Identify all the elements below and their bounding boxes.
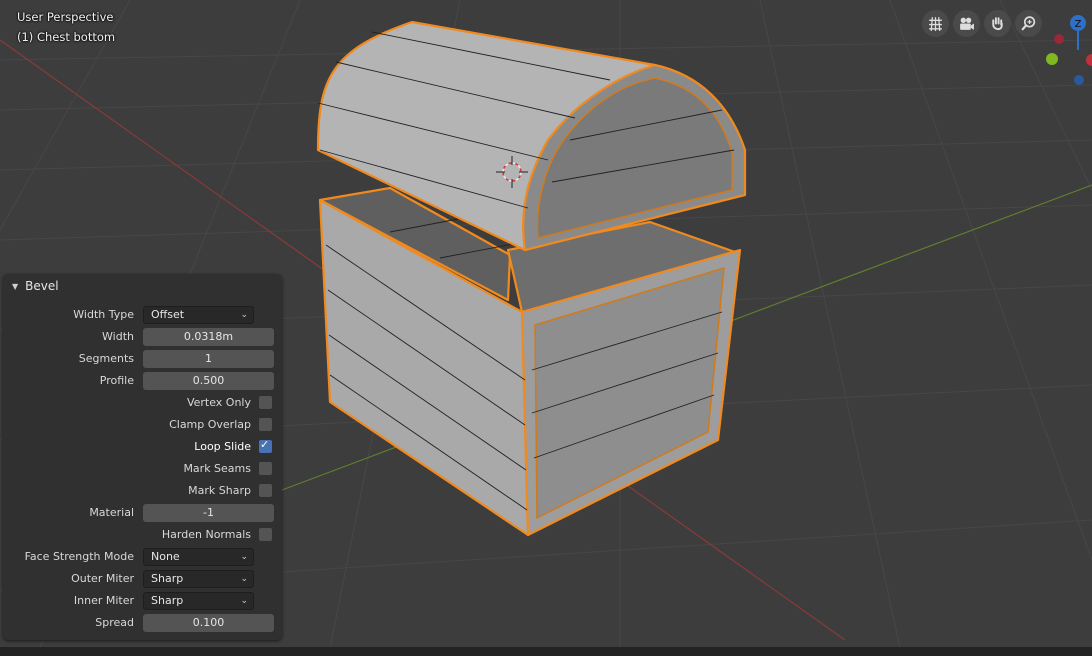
width-field[interactable]: 0.0318m	[143, 328, 274, 346]
panel-header[interactable]: ▼ Bevel	[3, 274, 282, 298]
harden-normals-checkbox[interactable]	[259, 528, 272, 541]
inner-miter-row: Inner Miter Sharp ⌄	[3, 591, 282, 611]
material-row: Material -1	[3, 503, 282, 523]
x-axis-icon[interactable]	[1086, 54, 1092, 66]
mark-seams-label: Mark Seams	[183, 462, 251, 475]
harden-normals-row: Harden Normals	[3, 525, 282, 545]
mark-sharp-label: Mark Sharp	[188, 484, 251, 497]
mark-sharp-row: Mark Sharp	[3, 481, 282, 501]
width-row: Width 0.0318m	[3, 327, 282, 347]
spread-row: Spread 0.100	[3, 613, 282, 633]
y-axis-icon[interactable]	[1046, 53, 1058, 65]
mark-sharp-checkbox[interactable]	[259, 484, 272, 497]
spread-label: Spread	[95, 616, 134, 629]
vertex-only-checkbox[interactable]	[259, 396, 272, 409]
loop-slide-checkbox[interactable]	[259, 438, 272, 453]
outer-miter-label: Outer Miter	[71, 572, 134, 585]
bevel-operator-panel: ▼ Bevel Width Type Offset ⌄ Width 0.0318m…	[3, 274, 282, 640]
width-type-row: Width Type Offset ⌄	[3, 305, 282, 325]
segments-field[interactable]: 1	[143, 350, 274, 368]
segments-label: Segments	[78, 352, 134, 365]
view-name-label: User Perspective	[17, 10, 114, 24]
width-label: Width	[102, 330, 134, 343]
segments-row: Segments 1	[3, 349, 282, 369]
vertex-only-row: Vertex Only	[3, 393, 282, 413]
inner-miter-value: Sharp	[151, 594, 184, 607]
mark-seams-row: Mark Seams	[3, 459, 282, 479]
status-bar	[0, 647, 1092, 656]
active-object-label: (1) Chest bottom	[17, 30, 116, 44]
harden-normals-label: Harden Normals	[161, 528, 251, 541]
chevron-down-icon: ⌄	[240, 552, 248, 562]
clamp-overlap-row: Clamp Overlap	[3, 415, 282, 435]
face-strength-dropdown[interactable]: None ⌄	[143, 548, 254, 566]
axis-gizmo[interactable]: Z	[1036, 10, 1092, 90]
outer-miter-value: Sharp	[151, 572, 184, 585]
inner-miter-label: Inner Miter	[73, 594, 134, 607]
width-type-dropdown[interactable]: Offset ⌄	[143, 306, 254, 324]
collapse-triangle-icon[interactable]: ▼	[12, 282, 18, 291]
profile-field[interactable]: 0.500	[143, 372, 274, 390]
spread-field[interactable]: 0.100	[143, 614, 274, 632]
chevron-down-icon: ⌄	[240, 574, 248, 584]
width-type-label: Width Type	[73, 308, 134, 321]
pan-hand-icon[interactable]	[984, 10, 1011, 37]
clamp-overlap-label: Clamp Overlap	[169, 418, 251, 431]
vertex-only-label: Vertex Only	[186, 396, 251, 409]
chevron-down-icon: ⌄	[240, 310, 248, 320]
clamp-overlap-checkbox[interactable]	[259, 418, 272, 431]
neg-z-axis-icon[interactable]	[1074, 75, 1084, 85]
loop-slide-label: Loop Slide	[194, 440, 251, 453]
material-label: Material	[89, 506, 134, 519]
chevron-down-icon: ⌄	[240, 596, 248, 606]
camera-view-icon[interactable]	[953, 10, 980, 37]
panel-title: Bevel	[25, 279, 59, 293]
navigation-tools	[922, 10, 1042, 37]
width-type-value: Offset	[151, 308, 185, 321]
neg-x-axis-icon[interactable]	[1054, 34, 1064, 44]
outer-miter-row: Outer Miter Sharp ⌄	[3, 569, 282, 589]
mark-seams-checkbox[interactable]	[259, 462, 272, 475]
z-axis-label: Z	[1075, 19, 1082, 30]
profile-label: Profile	[99, 374, 134, 387]
inner-miter-dropdown[interactable]: Sharp ⌄	[143, 592, 254, 610]
profile-row: Profile 0.500	[3, 371, 282, 391]
outer-miter-dropdown[interactable]: Sharp ⌄	[143, 570, 254, 588]
loop-slide-row: Loop Slide	[3, 437, 282, 457]
face-strength-value: None	[151, 550, 180, 563]
face-strength-row: Face Strength Mode None ⌄	[3, 547, 282, 567]
material-field[interactable]: -1	[143, 504, 274, 522]
face-strength-label: Face Strength Mode	[24, 550, 134, 563]
toggle-ortho-grid-icon[interactable]	[922, 10, 949, 37]
